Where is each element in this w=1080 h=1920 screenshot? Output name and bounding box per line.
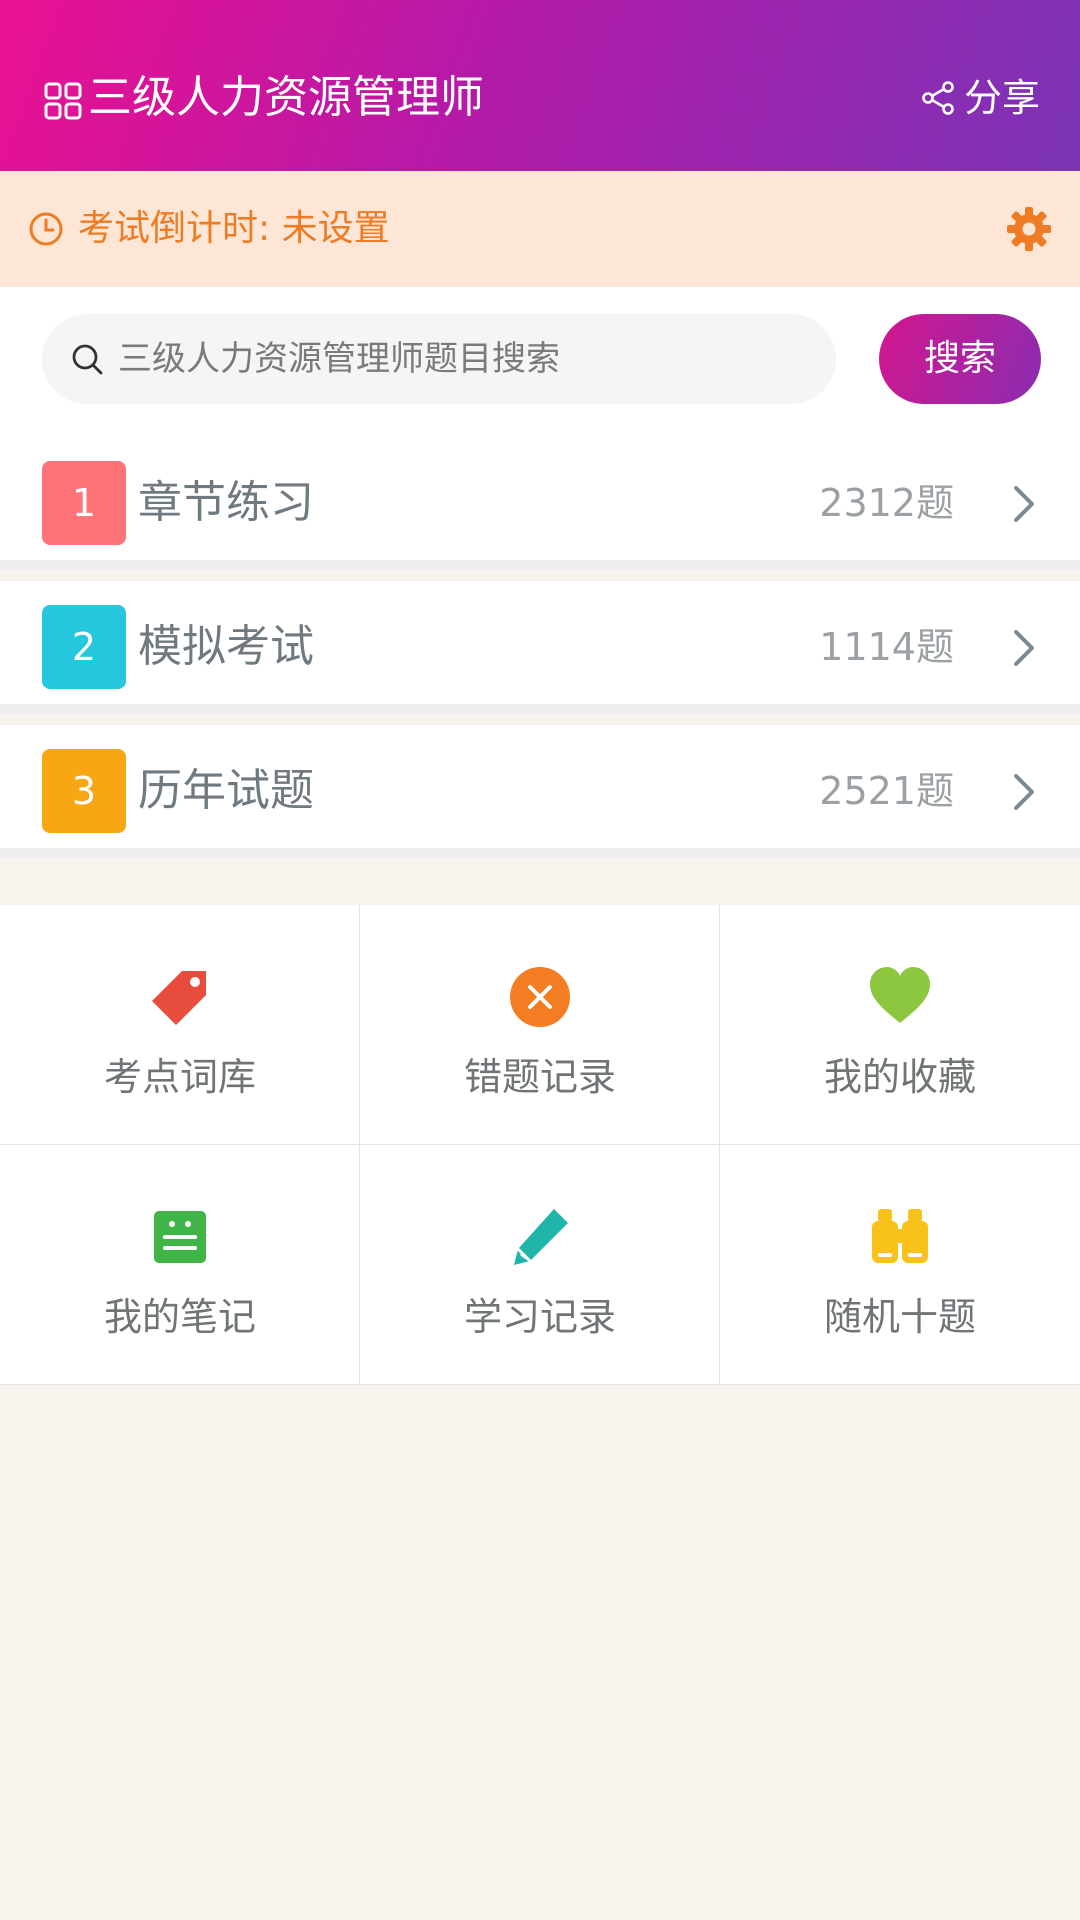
exam-countdown-bar[interactable]: 考试倒计时: 未设置 [0,171,1080,287]
chevron-right-icon [1014,630,1034,666]
gear-icon[interactable] [1004,204,1054,254]
list-item-mock-exam[interactable]: 2 模拟考试 1114题 [0,581,1080,714]
list-item-label: 章节练习 [138,477,314,528]
page-title: 三级人力资源管理师 [88,72,484,123]
search-icon [72,344,103,375]
list-item-count: 2521题 [819,769,954,813]
notepad-icon [154,1211,206,1263]
grid-icon[interactable] [44,82,82,120]
binoculars-icon [872,1209,928,1263]
tool-wrong-answers[interactable]: 错题记录 [360,905,720,1145]
list-item-number: 3 [42,749,126,833]
tool-label: 我的收藏 [823,1055,976,1099]
tool-label: 错题记录 [463,1055,616,1099]
chevron-right-icon [1014,774,1034,810]
tool-study-history[interactable]: 学习记录 [360,1145,720,1385]
share-button[interactable]: 分享 [920,66,1040,130]
close-circle-icon [510,967,570,1027]
list-item-label: 历年试题 [138,765,314,816]
tools-grid: 考点词库 错题记录 我的收藏 我的笔记 学习记录 随机十题 [0,905,1080,1385]
search-section: 搜索 [0,287,1080,437]
list-item-count: 2312题 [819,481,954,525]
list-item-label: 模拟考试 [138,621,314,672]
list-item-chapter-practice[interactable]: 1 章节练习 2312题 [0,437,1080,570]
list-item-number: 1 [42,461,126,545]
list-item-count: 1114题 [819,625,954,669]
tool-label: 随机十题 [823,1295,976,1339]
app-header: 三级人力资源管理师 分享 [0,0,1080,171]
tool-label: 学习记录 [463,1295,616,1339]
list-item-past-papers[interactable]: 3 历年试题 2521题 [0,725,1080,858]
clock-icon [29,212,63,246]
tool-favorites[interactable]: 我的收藏 [720,905,1080,1145]
chevron-right-icon [1014,486,1034,522]
tool-my-notes[interactable]: 我的笔记 [0,1145,360,1385]
search-box[interactable] [42,314,836,404]
share-label: 分享 [963,76,1040,120]
share-icon [922,81,954,115]
heart-icon [870,967,930,1023]
countdown-label: 考试倒计时: 未设置 [78,208,390,249]
list-item-number: 2 [42,605,126,689]
tool-keyword-library[interactable]: 考点词库 [0,905,360,1145]
tool-label: 我的笔记 [103,1295,256,1339]
tool-label: 考点词库 [103,1055,256,1099]
tool-random-ten[interactable]: 随机十题 [720,1145,1080,1385]
tag-icon [152,971,206,1025]
search-button[interactable]: 搜索 [879,314,1041,404]
pencil-icon [514,1209,568,1265]
search-input[interactable] [118,314,818,404]
